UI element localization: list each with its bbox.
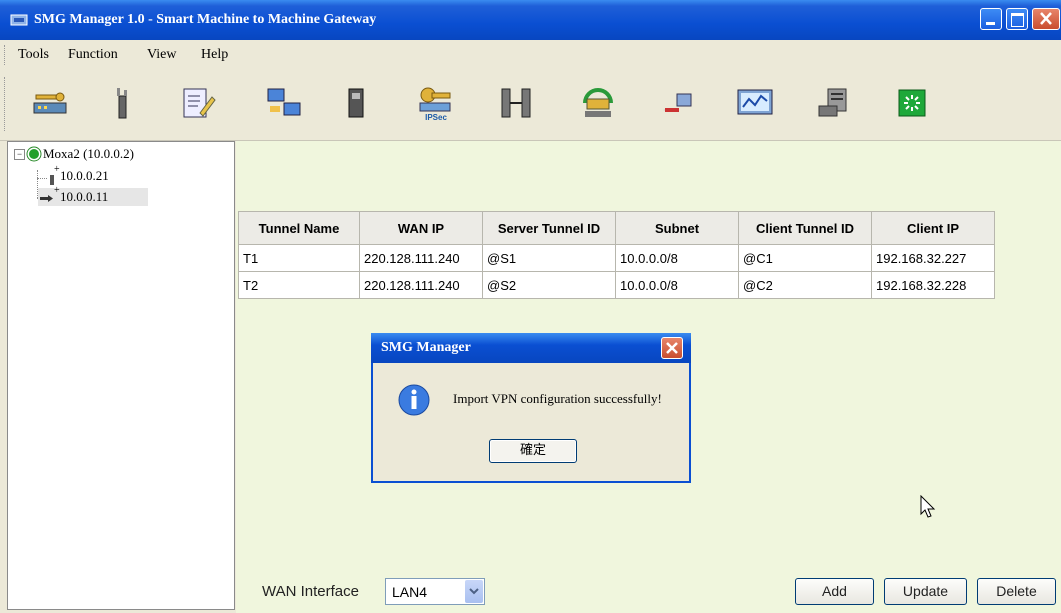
- message-dialog: SMG Manager Import VPN configuration suc…: [371, 333, 691, 483]
- col-wan-ip[interactable]: WAN IP: [359, 211, 483, 245]
- ipsec-label: IPSec: [425, 113, 447, 122]
- router-refresh-icon: [583, 88, 613, 117]
- mouse-cursor-icon: [920, 495, 936, 518]
- cell: @C2: [738, 271, 872, 299]
- wan-interface-value: LAN4: [392, 584, 428, 600]
- tree-root-label[interactable]: Moxa2 (10.0.0.2): [43, 146, 134, 162]
- update-button[interactable]: Update: [884, 578, 967, 605]
- close-button[interactable]: [1032, 8, 1060, 30]
- toolbar-connect-button[interactable]: [656, 81, 700, 125]
- cell: 220.128.111.240: [359, 271, 483, 299]
- dialog-title: SMG Manager: [381, 340, 471, 355]
- add-button[interactable]: Add: [795, 578, 874, 605]
- server-icon: [818, 88, 847, 117]
- col-client-tunnel-id[interactable]: Client Tunnel ID: [738, 211, 872, 245]
- wan-interface-label: WAN Interface: [262, 583, 359, 600]
- minimize-button[interactable]: [980, 8, 1002, 30]
- cell: @S2: [482, 271, 616, 299]
- table-row[interactable]: T1 220.128.111.240 @S1 10.0.0.0/8 @C1 19…: [238, 244, 995, 272]
- toolbar-tower-button[interactable]: [100, 81, 144, 125]
- gateway-status-icon: [26, 146, 42, 162]
- cell: 220.128.111.240: [359, 244, 483, 272]
- status-icon: [898, 89, 926, 117]
- toolbar-status-button[interactable]: [890, 81, 934, 125]
- switch-icon: [501, 88, 531, 118]
- dialog-message: Import VPN configuration successfully!: [453, 391, 662, 406]
- toolbar-edit-button[interactable]: [176, 81, 220, 125]
- menu-view[interactable]: View: [147, 47, 176, 63]
- device-icon: [348, 88, 364, 118]
- toolbar-device-button[interactable]: [334, 81, 378, 125]
- toolbar-monitor-button[interactable]: [733, 81, 777, 125]
- monitor-icon: [737, 89, 773, 115]
- toolbar: IPSec: [0, 69, 1061, 141]
- edit-icon: [183, 88, 216, 118]
- ipsec-key-icon: IPSec: [419, 87, 451, 122]
- cell: T2: [238, 271, 360, 299]
- window-title: SMG Manager 1.0 - Smart Machine to Machi…: [34, 12, 377, 27]
- toolbar-gateway-key-button[interactable]: [28, 81, 72, 125]
- node-plus-2: +: [54, 185, 60, 196]
- cell: T1: [238, 244, 360, 272]
- menu-function[interactable]: Function: [68, 47, 118, 63]
- wan-interface-select[interactable]: LAN4: [385, 578, 485, 605]
- tree-node-2[interactable]: 10.0.0.11: [60, 189, 108, 205]
- delete-button[interactable]: Delete: [977, 578, 1056, 605]
- cell: 192.168.32.228: [871, 271, 995, 299]
- device-tree: − Moxa2 (10.0.0.2) + 10.0.0.21 + 10.0.0.…: [7, 141, 235, 610]
- connector-node-icon: [40, 195, 53, 202]
- tree-node-1[interactable]: 10.0.0.21: [60, 168, 109, 184]
- info-icon: [398, 384, 430, 416]
- tunnel-table: Tunnel Name WAN IP Server Tunnel ID Subn…: [238, 211, 995, 299]
- toolbar-ipsec-button[interactable]: IPSec: [414, 81, 458, 125]
- col-tunnel-name[interactable]: Tunnel Name: [238, 211, 360, 245]
- maximize-button[interactable]: [1006, 8, 1028, 30]
- toolbar-network-transfer-button[interactable]: [262, 81, 306, 125]
- close-icon: [1040, 12, 1052, 25]
- chevron-down-icon: [469, 588, 479, 595]
- node-plus-1: +: [54, 164, 60, 175]
- cell: 192.168.32.227: [871, 244, 995, 272]
- tower-icon: [117, 88, 127, 119]
- col-subnet[interactable]: Subnet: [615, 211, 739, 245]
- dialog-ok-button[interactable]: 確定: [489, 439, 577, 463]
- cell: @S1: [482, 244, 616, 272]
- cell: 10.0.0.0/8: [615, 244, 739, 272]
- menu-help[interactable]: Help: [201, 47, 228, 63]
- menu-tools[interactable]: Tools: [18, 47, 49, 63]
- collapse-toggle[interactable]: −: [14, 149, 25, 160]
- dropdown-button[interactable]: [465, 580, 483, 603]
- connect-icon: [663, 93, 692, 112]
- network-transfer-icon: [267, 88, 301, 116]
- table-row[interactable]: T2 220.128.111.240 @S2 10.0.0.0/8 @C2 19…: [238, 271, 995, 299]
- col-server-tunnel-id[interactable]: Server Tunnel ID: [482, 211, 616, 245]
- close-icon: [666, 342, 678, 354]
- dialog-title-bar: SMG Manager: [371, 333, 691, 363]
- title-bar: SMG Manager 1.0 - Smart Machine to Machi…: [0, 0, 1061, 40]
- app-icon: [10, 14, 28, 26]
- toolbar-router-refresh-button[interactable]: [576, 81, 620, 125]
- table-header-row: Tunnel Name WAN IP Server Tunnel ID Subn…: [238, 211, 995, 245]
- menu-bar: Tools Function View Help: [0, 40, 1061, 69]
- dialog-close-button[interactable]: [661, 337, 683, 359]
- gateway-key-icon: [33, 92, 67, 114]
- cell: @C1: [738, 244, 872, 272]
- toolbar-server-button[interactable]: [812, 81, 856, 125]
- col-client-ip[interactable]: Client IP: [871, 211, 995, 245]
- toolbar-switch-button[interactable]: [494, 81, 538, 125]
- cell: 10.0.0.0/8: [615, 271, 739, 299]
